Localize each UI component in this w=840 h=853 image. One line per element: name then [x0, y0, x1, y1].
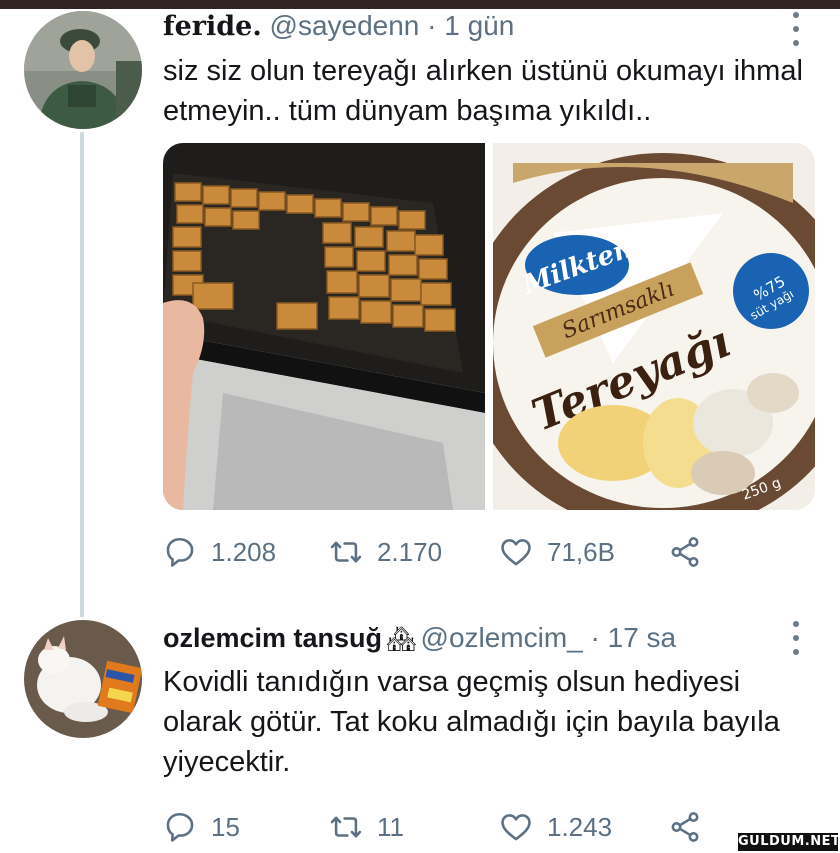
like-button[interactable]: 1.243 [499, 809, 612, 845]
avatar-image-feride [24, 11, 142, 129]
tweet-text: siz siz olun tereyağı alırken üstünü oku… [163, 55, 803, 127]
retweet-count: 11 [377, 811, 404, 842]
retweet-count: 2.170 [377, 536, 443, 567]
more-options-icon[interactable] [790, 621, 802, 655]
heart-icon [501, 814, 531, 841]
reply-button[interactable]: 1.208 [163, 534, 276, 570]
retweet-icon [330, 541, 362, 563]
reply-count: 1.208 [211, 536, 277, 567]
retweet-button[interactable]: 11 [329, 809, 404, 845]
reply-icon [166, 812, 194, 842]
tweet-header: ozlemcim tansuğ 🏘 @ozlemcim_ · 17 sa [163, 622, 676, 656]
like-count: 71,6B [547, 536, 615, 567]
user-handle[interactable]: @ozlemcim_ [421, 622, 583, 653]
reply-button[interactable]: 15 [163, 809, 240, 845]
display-name[interactable]: ozlemcim tansuğ [163, 623, 382, 653]
tweet-header: feride. @sayedenn · 1 gün [163, 10, 514, 43]
more-options-icon[interactable] [790, 12, 802, 46]
avatar[interactable] [24, 11, 142, 129]
share-button[interactable] [668, 809, 702, 845]
like-count: 1.243 [547, 811, 613, 842]
tweet-actions: 15 11 1.243 [163, 809, 723, 845]
timestamp[interactable]: · 1 gün [427, 10, 514, 41]
share-icon [671, 537, 699, 567]
user-handle[interactable]: @sayedenn [270, 10, 420, 41]
retweet-icon [330, 816, 362, 838]
tweet-media[interactable]: Milkten Sarımsaklı Tereyağı %75 süt yağı… [163, 143, 815, 510]
avatar-image-cat [24, 620, 142, 738]
share-icon [671, 812, 699, 842]
houses-emoji-icon: 🏘 [386, 626, 417, 653]
tweet-text: Kovidli tanıdığın varsa geçmiş olsun hed… [163, 666, 780, 778]
heart-icon [501, 539, 531, 566]
butter-package-photo[interactable]: Milkten Sarımsaklı Tereyağı %75 süt yağı… [493, 143, 815, 510]
display-name[interactable]: feride. [163, 11, 262, 42]
share-button[interactable] [668, 534, 702, 570]
like-button[interactable]: 71,6B [499, 534, 615, 570]
avatar[interactable] [24, 620, 142, 738]
timestamp[interactable]: · 17 sa [591, 622, 677, 653]
tweet-actions: 1.208 2.170 71,6B [163, 534, 723, 570]
baklava-tray-photo[interactable] [163, 143, 485, 510]
top-status-bar [0, 0, 840, 9]
thread-connector-line [80, 132, 84, 617]
reply-count: 15 [211, 811, 240, 842]
retweet-button[interactable]: 2.170 [329, 534, 442, 570]
reply-icon [166, 537, 194, 567]
site-watermark: GULDUM.NET [738, 833, 840, 851]
